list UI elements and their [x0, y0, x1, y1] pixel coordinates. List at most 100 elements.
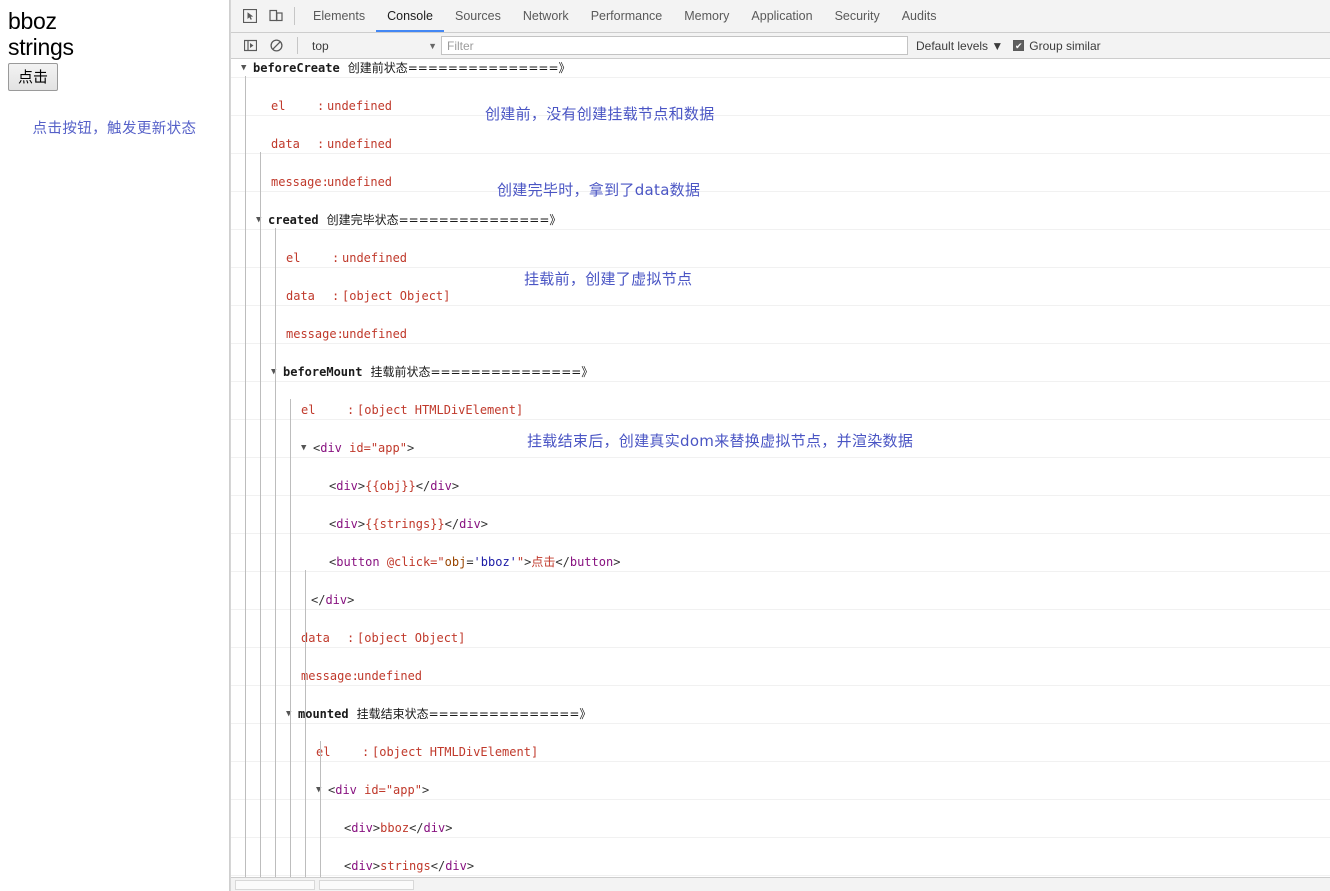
console-log-area[interactable]: ▼ beforeCreate 创建前状态===============》 el: und…: [231, 59, 1330, 877]
screen: bboz strings 点击 点击按钮，触发更新状态 Elements Con: [0, 0, 1330, 891]
page-text-strings: strings: [8, 34, 74, 60]
console-row: data: undefined: [231, 135, 1330, 154]
log-entry-key: el: [286, 251, 301, 265]
log-annotation: 挂载结束后，创建真实dom来替换虚拟节点，并渲染数据: [527, 432, 914, 450]
devtools-panel: Elements Console Sources Network Perform…: [230, 0, 1330, 891]
log-entry-value: [object Object]: [342, 289, 451, 303]
dom-open-tag: <div id="app">: [313, 441, 415, 455]
log-entry-value: undefined: [327, 137, 393, 151]
log-group-name: beforeCreate: [253, 61, 340, 75]
console-row: <div>strings</div>: [231, 857, 1330, 876]
checkbox-checked-icon: ✔: [1013, 40, 1025, 51]
tab-application[interactable]: Application: [740, 0, 823, 32]
log-entry-key: message:: [301, 669, 359, 683]
console-row: el: [object HTMLDivElement]: [231, 401, 1330, 420]
log-entry-key: data: [271, 137, 300, 151]
tab-network[interactable]: Network: [512, 0, 580, 32]
filter-input[interactable]: [441, 36, 908, 55]
console-row: <button @click="obj='bboz'">点击</button>: [231, 553, 1330, 572]
log-group-description: 挂载结束状态===============》: [356, 707, 592, 721]
log-entry-value: [object Object]: [357, 631, 466, 645]
console-row: data: [object Object]: [231, 629, 1330, 648]
tab-elements[interactable]: Elements: [302, 0, 376, 32]
console-row: ▼ <div id="app">: [231, 781, 1330, 800]
log-entry-value: undefined: [327, 175, 393, 189]
status-slot-left: [235, 879, 315, 890]
log-entry-key: el: [316, 745, 331, 759]
execution-context-select[interactable]: top ▼: [306, 36, 441, 55]
log-levels-label: Default levels: [916, 38, 989, 53]
log-entry-key: message:: [286, 327, 344, 341]
log-group-description: 创建完毕状态===============》: [326, 213, 562, 227]
page-annotation-note: 点击按钮，触发更新状态: [32, 121, 197, 137]
dom-child-node: <div>bboz</div>: [344, 821, 453, 835]
tab-console[interactable]: Console: [376, 0, 444, 32]
execution-context-value: top: [312, 38, 329, 53]
log-entry-key: data: [286, 289, 315, 303]
log-entry-separator: :: [317, 137, 325, 151]
chevron-down-icon: ▼: [991, 38, 1004, 53]
log-entry-separator: :: [347, 403, 355, 417]
console-row: message: undefined: [231, 667, 1330, 686]
dom-child-node: <div>strings</div>: [344, 859, 475, 873]
indent-guide-line: [275, 228, 276, 877]
log-entry-value: undefined: [357, 669, 423, 683]
console-row: message: undefined: [231, 325, 1330, 344]
dom-child-node: <div>{{obj}}</div>: [329, 479, 460, 493]
tab-security[interactable]: Security: [824, 0, 891, 32]
log-entry-value: undefined: [342, 327, 408, 341]
indent-guide-line: [305, 570, 306, 877]
log-entry-separator: :: [347, 631, 355, 645]
indent-guide-line: [245, 76, 246, 877]
group-similar-label: Group similar: [1029, 38, 1101, 53]
log-annotation: 挂载前，创建了虚拟节点: [524, 270, 693, 288]
console-row: </div>: [231, 591, 1330, 610]
log-entry-key: el: [301, 403, 316, 417]
indent-guide-line: [320, 741, 321, 877]
log-entry-key: message:: [271, 175, 329, 189]
log-entry-value: undefined: [342, 251, 408, 265]
page-text-obj: bboz: [8, 8, 57, 34]
dom-child-node: <div>{{strings}}</div>: [329, 517, 489, 531]
devtools-tabbar: Elements Console Sources Network Perform…: [231, 0, 1330, 33]
log-entry-key: el: [271, 99, 286, 113]
log-levels-dropdown[interactable]: Default levels ▼: [916, 39, 1003, 53]
device-toolbar-icon[interactable]: [263, 4, 289, 28]
console-row: el: undefined: [231, 97, 1330, 116]
disclosure-triangle-icon[interactable]: ▼: [301, 439, 306, 458]
console-sidebar-icon[interactable]: [237, 34, 263, 58]
dom-open-tag: <div id="app">: [328, 783, 430, 797]
log-annotation: 创建完毕时，拿到了data数据: [497, 181, 701, 199]
console-row: ▼ created 创建完毕状态===============》: [231, 211, 1330, 230]
console-row: ▼ beforeMount 挂载前状态===============》: [231, 363, 1330, 382]
log-group-description: 挂载前状态===============》: [370, 365, 594, 379]
status-slot-right: [319, 879, 414, 890]
web-page-pane: bboz strings 点击 点击按钮，触发更新状态: [0, 0, 230, 891]
filterbar-divider: [297, 37, 298, 54]
log-entry-separator: :: [317, 99, 325, 113]
tab-memory[interactable]: Memory: [673, 0, 740, 32]
console-row: ▼ beforeCreate 创建前状态===============》: [231, 59, 1330, 78]
console-row: <div>bboz</div>: [231, 819, 1330, 838]
log-entry-value: [object HTMLDivElement]: [357, 403, 524, 417]
log-entry-separator: :: [332, 251, 340, 265]
console-rows: ▼ beforeCreate 创建前状态===============》 el: und…: [231, 59, 1330, 877]
console-row: <div>{{strings}}</div>: [231, 515, 1330, 534]
dom-close-tag: </div>: [311, 593, 355, 607]
clear-console-icon[interactable]: [263, 34, 289, 58]
tab-sources[interactable]: Sources: [444, 0, 512, 32]
group-similar-toggle[interactable]: ✔ Group similar: [1013, 38, 1101, 53]
indent-guide-line: [260, 152, 261, 877]
click-button[interactable]: 点击: [8, 63, 59, 91]
console-row: data: [object Object]: [231, 287, 1330, 306]
console-row: ▼ mounted 挂载结束状态===============》: [231, 705, 1330, 724]
log-group-name: beforeMount: [283, 365, 363, 379]
console-row: message: undefined: [231, 173, 1330, 192]
dom-child-node: <button @click="obj='bboz'">点击</button>: [329, 555, 621, 569]
tab-performance[interactable]: Performance: [580, 0, 674, 32]
devtools-status-bar: [231, 877, 1330, 891]
toolbar-divider: [294, 7, 295, 25]
inspect-element-icon[interactable]: [237, 4, 263, 28]
log-entry-separator: :: [332, 289, 340, 303]
tab-audits[interactable]: Audits: [891, 0, 948, 32]
